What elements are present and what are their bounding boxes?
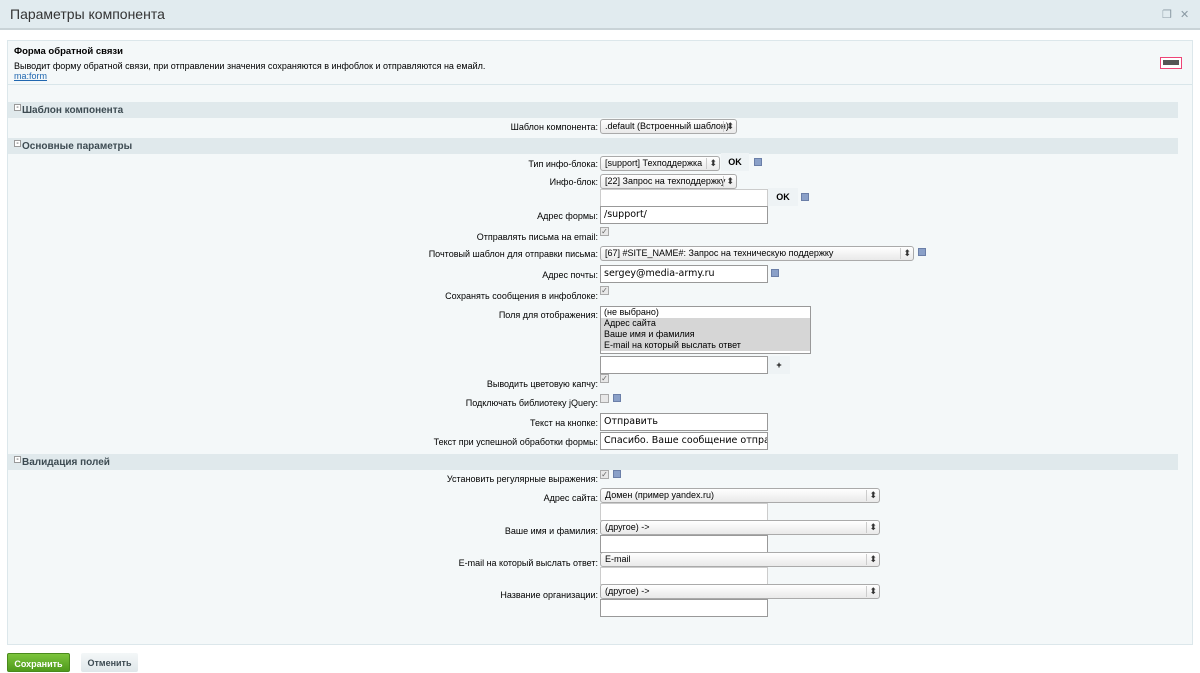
mail-template-select[interactable]: [67] #SITE_NAME#: Запрос на техническую … <box>600 246 914 261</box>
option[interactable]: (не выбрано) <box>601 307 810 318</box>
regex-input[interactable] <box>600 535 768 553</box>
fields-extra-input[interactable] <box>600 356 768 374</box>
label: Тип инфо-блока: <box>528 159 598 169</box>
regex-input[interactable] <box>600 599 768 617</box>
label: Текст при успешной обработки формы: <box>434 437 598 447</box>
component-info: Форма обратной связи Выводит форму обрат… <box>8 41 1192 85</box>
regex-input[interactable] <box>600 567 768 585</box>
component-code-link[interactable]: ma:form <box>14 71 47 81</box>
label: Установить регулярные выражения: <box>447 474 598 484</box>
help-icon[interactable] <box>801 193 809 201</box>
section-title: Шаблон компонента <box>22 105 123 116</box>
section-main[interactable]: -Основные параметры <box>8 138 1178 154</box>
help-icon[interactable] <box>918 248 926 256</box>
title-bar: Параметры компонента ❐ ✕ <box>0 0 1200 30</box>
label: Название организации: <box>500 590 598 600</box>
save-iblock-checkbox[interactable]: ✓ <box>600 286 609 295</box>
collapse-icon[interactable]: - <box>14 104 21 111</box>
label: Выводить цветовую капчу: <box>487 379 598 389</box>
captcha-checkbox[interactable]: ✓ <box>600 374 609 383</box>
add-button[interactable]: + <box>768 356 790 374</box>
component-name: Форма обратной связи <box>14 46 123 57</box>
iblock-select[interactable]: [22] Запрос на техподдержку <box>600 174 737 189</box>
close-icon[interactable]: ✕ <box>1180 8 1189 21</box>
help-icon[interactable] <box>613 394 621 402</box>
section-title: Валидация полей <box>22 457 110 468</box>
option[interactable]: Адрес сайта <box>601 318 810 329</box>
form-url-input[interactable]: /support/ <box>600 206 768 224</box>
label: Отправлять письма на email: <box>477 232 598 242</box>
iblock-id-input[interactable] <box>600 189 768 207</box>
component-description: Выводит форму обратной связи, при отправ… <box>14 61 485 71</box>
collapse-icon[interactable]: - <box>14 456 21 463</box>
section-template[interactable]: -Шаблон компонента <box>8 102 1178 118</box>
label: Подключать библиотеку jQuery: <box>466 398 598 408</box>
regex-input[interactable] <box>600 503 768 521</box>
section-validation[interactable]: -Валидация полей <box>8 454 1178 470</box>
template-select[interactable]: .default (Встроенный шаблон) <box>600 119 737 134</box>
fields-multiselect[interactable]: (не выбрано) Адрес сайта Ваше имя и фами… <box>600 306 811 354</box>
email-input[interactable]: sergey@media-army.ru <box>600 265 768 283</box>
section-title: Основные параметры <box>22 141 132 152</box>
label: Текст на кнопке: <box>530 418 598 428</box>
regex-select[interactable]: (другое) -> <box>600 584 880 599</box>
ok-button[interactable]: OK <box>768 188 798 206</box>
save-button[interactable]: Сохранить <box>7 653 70 672</box>
regex-checkbox[interactable]: ✓ <box>600 470 609 479</box>
restore-icon[interactable]: ❐ <box>1162 8 1172 21</box>
label: Поля для отображения: <box>499 310 598 320</box>
collapse-icon[interactable]: - <box>14 140 21 147</box>
help-icon[interactable] <box>613 470 621 478</box>
label: Адрес формы: <box>537 211 598 221</box>
label: Ваше имя и фамилия: <box>505 526 598 536</box>
option[interactable]: Ваше имя и фамилия <box>601 329 810 340</box>
flag-icon[interactable] <box>1160 57 1182 69</box>
help-icon[interactable] <box>771 269 779 277</box>
help-icon[interactable] <box>754 158 762 166</box>
jquery-checkbox[interactable] <box>600 394 609 403</box>
window-title: Параметры компонента <box>10 6 165 22</box>
regex-select[interactable]: Домен (пример yandex.ru) <box>600 488 880 503</box>
label: Сохранять сообщения в инфоблоке: <box>445 291 598 301</box>
label: Адрес почты: <box>542 270 598 280</box>
send-email-checkbox[interactable]: ✓ <box>600 227 609 236</box>
iblock-type-select[interactable]: [support] Техподдержка <box>600 156 720 171</box>
regex-select[interactable]: E-mail <box>600 552 880 567</box>
button-text-input[interactable]: Отправить <box>600 413 768 431</box>
ok-button[interactable]: OK <box>721 153 749 171</box>
label: Почтовый шаблон для отправки письма: <box>429 249 598 259</box>
regex-select[interactable]: (другое) -> <box>600 520 880 535</box>
label: E-mail на который выслать ответ: <box>459 558 598 568</box>
label: Шаблон компонента: <box>511 122 598 132</box>
option[interactable]: E-mail на который выслать ответ <box>601 340 810 351</box>
label: Инфо-блок: <box>550 177 598 187</box>
success-text-input[interactable]: Спасибо. Ваше сообщение отправлено <box>600 432 768 450</box>
label: Адрес сайта: <box>544 493 598 503</box>
cancel-button[interactable]: Отменить <box>81 653 138 672</box>
